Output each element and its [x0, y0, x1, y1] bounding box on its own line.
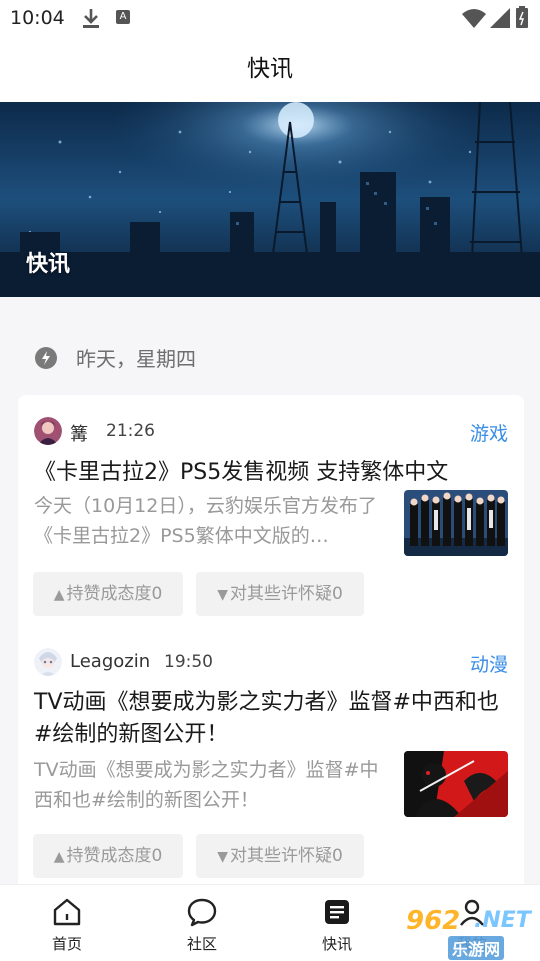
watermark-net: .NET	[474, 908, 531, 933]
title-bar: 快讯	[0, 36, 540, 102]
news-item[interactable]: Leagozin 19:50 动漫 TV动画《想要成为影之实力者》监督#中西和也…	[18, 635, 524, 885]
wifi-icon	[462, 9, 486, 28]
watermark-sub: 乐游网	[448, 936, 505, 960]
download-icon	[83, 9, 99, 28]
news-thumbnail[interactable]	[404, 751, 508, 817]
news-headline[interactable]: 《卡里古拉2》PS5发售视频 支持繁体中文	[34, 457, 504, 489]
downvote-button[interactable]: ▼ 对其些许怀疑0	[196, 572, 364, 616]
tab-home[interactable]: 首页	[27, 885, 107, 961]
signal-icon	[490, 8, 510, 28]
news-icon	[325, 900, 349, 924]
date-text: 昨天，星期四	[76, 347, 196, 371]
upvote-button[interactable]: ▲ 持赞成态度0	[33, 834, 183, 878]
status-bar: 10:04 A	[0, 0, 540, 36]
triangle-down-icon: ▼	[217, 849, 228, 865]
post-time: 21:26	[106, 421, 155, 441]
page-title: 快讯	[247, 56, 293, 82]
tab-news[interactable]: 快讯	[297, 885, 377, 961]
tab-community[interactable]: 社区	[162, 885, 242, 961]
battery-icon	[516, 6, 528, 28]
downvote-label: 对其些许怀疑0	[229, 584, 343, 604]
news-headline[interactable]: TV动画《想要成为影之实力者》监督#中西和也#绘制的新图公开！	[34, 687, 504, 751]
banner-image	[0, 102, 540, 297]
post-time: 19:50	[164, 652, 213, 672]
author-name[interactable]: 篝	[70, 420, 88, 446]
chat-bubble-icon	[187, 898, 217, 927]
upvote-button[interactable]: ▲ 持赞成态度0	[33, 572, 183, 616]
status-time: 10:04	[10, 7, 65, 29]
triangle-down-icon: ▼	[217, 587, 228, 603]
tab-label: 快讯	[321, 935, 352, 953]
upvote-label: 持赞成态度0	[66, 846, 163, 866]
news-thumbnail[interactable]	[404, 490, 508, 556]
upvote-label: 持赞成态度0	[66, 584, 163, 604]
author-name[interactable]: Leagozin	[70, 651, 150, 672]
flash-bubble-icon	[35, 347, 57, 369]
news-summary[interactable]: 今天（10月12日），云豹娱乐官方发布了《卡里古拉2》PS5繁体中文版的…	[34, 491, 396, 551]
tab-label: 社区	[186, 935, 217, 953]
banner-artwork	[0, 102, 540, 297]
triangle-up-icon: ▲	[53, 587, 65, 603]
tab-label: 首页	[51, 935, 82, 953]
category-tag[interactable]: 游戏	[470, 419, 508, 446]
a-badge-icon: A	[116, 10, 130, 24]
home-icon	[53, 898, 81, 926]
downvote-label: 对其些许怀疑0	[229, 846, 343, 866]
news-item[interactable]: 篝 21:26 游戏 《卡里古拉2》PS5发售视频 支持繁体中文 今天（10月1…	[18, 395, 524, 635]
banner-label: 快讯	[26, 252, 71, 277]
watermark-number: 962	[406, 906, 461, 936]
avatar[interactable]	[34, 648, 62, 676]
avatar[interactable]	[34, 417, 62, 445]
site-watermark-logo: 962 .NET 乐游网	[400, 906, 540, 960]
triangle-up-icon: ▲	[53, 849, 65, 865]
news-summary[interactable]: TV动画《想要成为影之实力者》监督#中西和也#绘制的新图公开！	[34, 755, 396, 815]
downvote-button[interactable]: ▼ 对其些许怀疑0	[196, 834, 364, 878]
category-tag[interactable]: 动漫	[470, 650, 508, 677]
